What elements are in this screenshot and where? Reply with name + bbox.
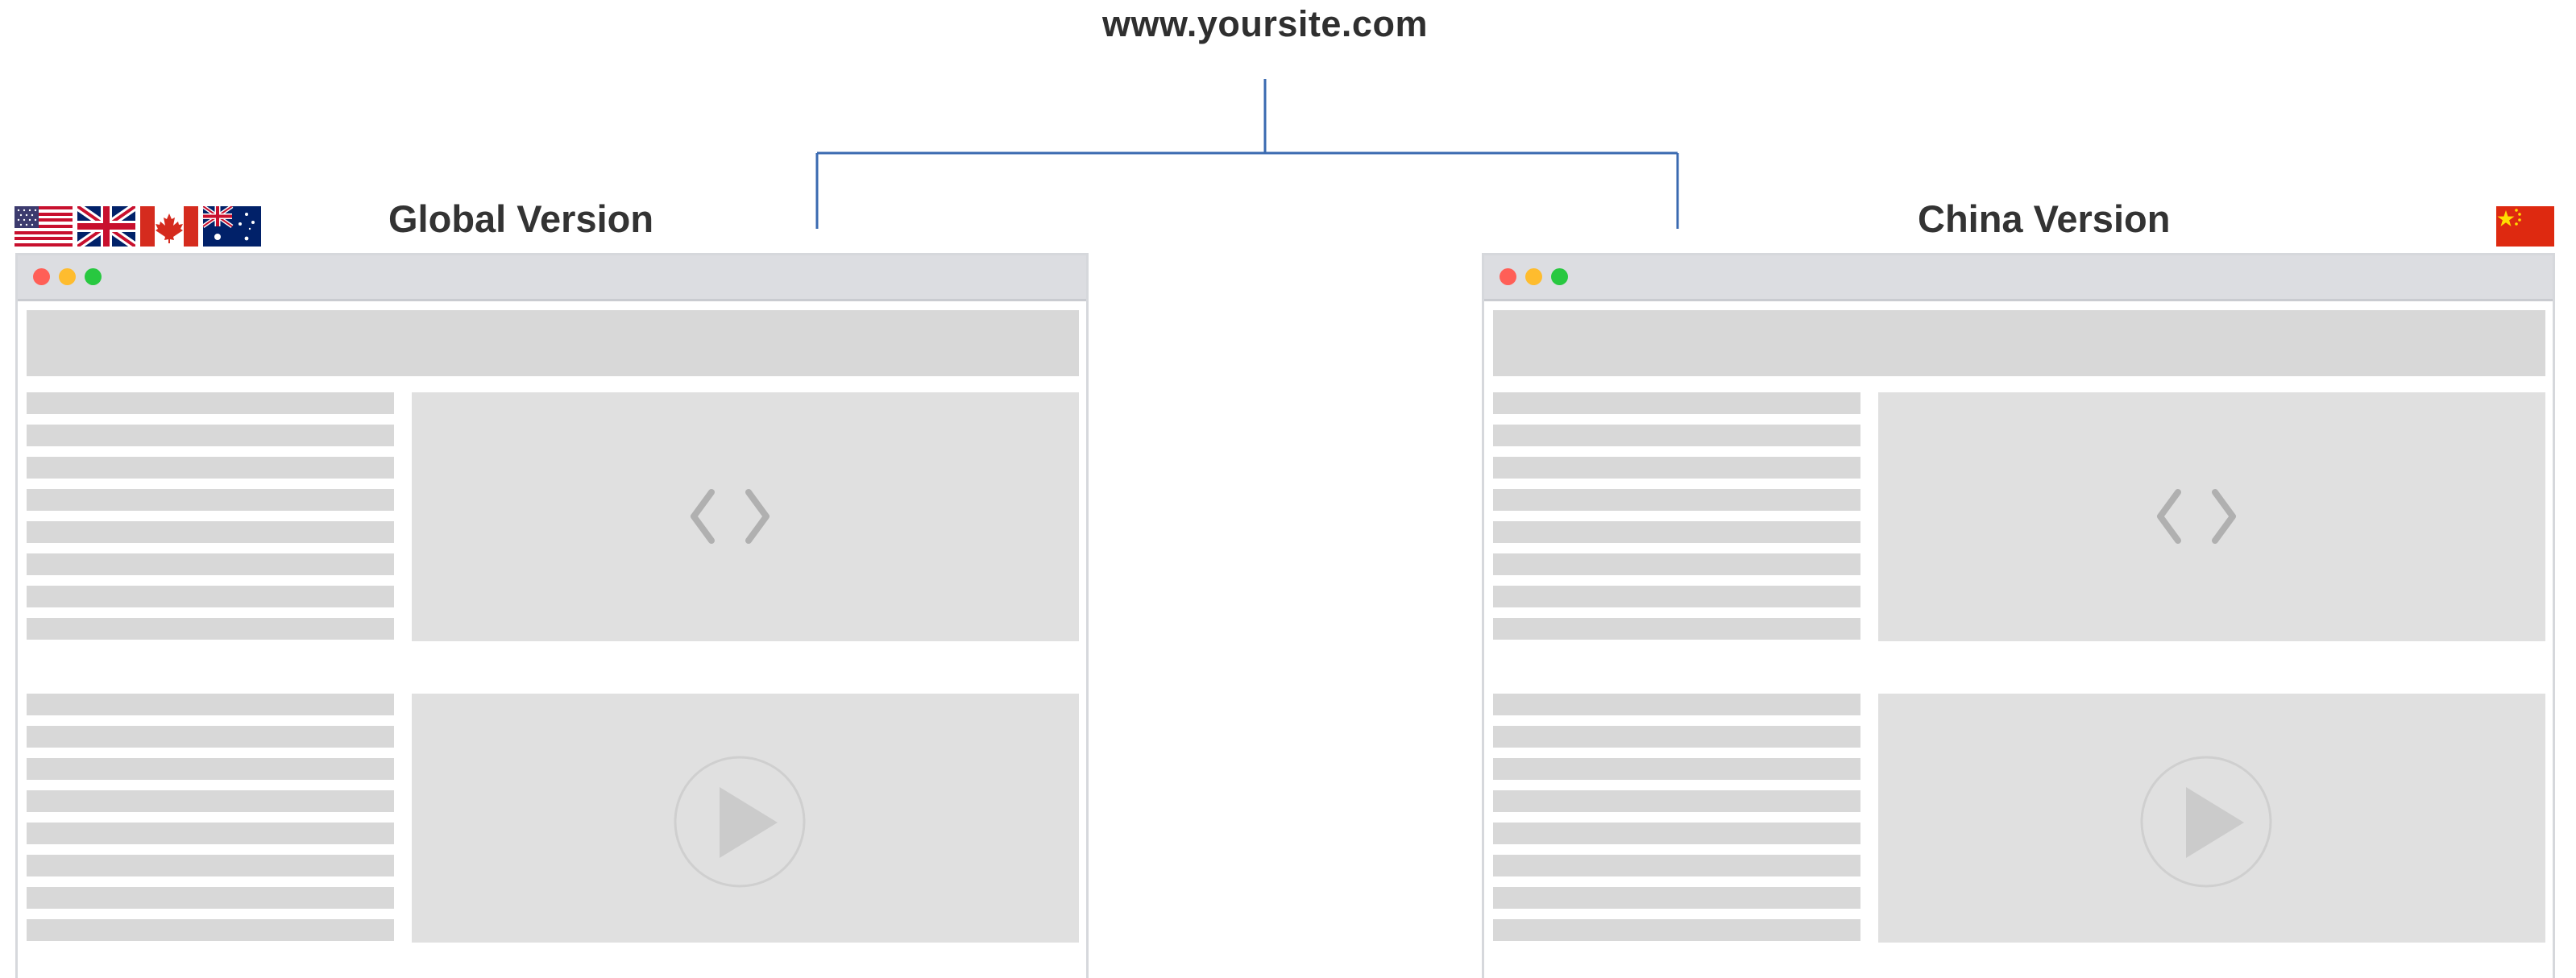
global-flags (15, 206, 261, 247)
text-line-placeholder (1493, 919, 1860, 941)
code-block-placeholder (1878, 392, 2545, 641)
us-flag-icon (15, 206, 73, 247)
text-line-placeholder (27, 425, 394, 446)
china-flags (2496, 206, 2554, 247)
canada-flag-icon (140, 206, 198, 247)
text-line-placeholder (27, 887, 394, 909)
text-line-placeholder (1493, 553, 1860, 575)
text-line-placeholder (27, 694, 394, 715)
text-line-placeholder (1493, 823, 1860, 844)
text-line-placeholder (1493, 489, 1860, 511)
text-line-placeholder (27, 553, 394, 575)
text-line-placeholder (27, 457, 394, 479)
video-player-placeholder (412, 694, 1079, 943)
play-icon[interactable] (1878, 694, 2545, 943)
uk-flag-icon (77, 206, 135, 247)
text-line-placeholder (1493, 887, 1860, 909)
text-line-placeholder (1493, 521, 1860, 543)
text-line-placeholder (27, 521, 394, 543)
window-maximize-button[interactable] (85, 268, 102, 285)
text-line-placeholder (27, 790, 394, 812)
code-brackets-icon (2157, 489, 2236, 544)
china-browser-window (1482, 253, 2555, 978)
code-brackets-icon (691, 489, 769, 544)
global-browser-window (15, 253, 1089, 978)
text-line-placeholder (1493, 457, 1860, 479)
global-version-title: Global Version (388, 197, 654, 240)
code-block-placeholder (412, 392, 1079, 641)
text-line-placeholder (27, 758, 394, 780)
text-line-placeholder (27, 618, 394, 640)
text-line-placeholder (1493, 790, 1860, 812)
china-version-title: China Version (1918, 197, 2171, 240)
window-close-button[interactable] (1500, 268, 1516, 285)
text-line-placeholder (27, 489, 394, 511)
text-line-placeholder (1493, 618, 1860, 640)
australia-flag-icon (203, 206, 261, 247)
text-line-placeholder (1493, 694, 1860, 715)
video-player-placeholder (1878, 694, 2545, 943)
text-lines-placeholder (1493, 694, 1860, 951)
china-window-titlebar (1484, 255, 2553, 301)
play-icon[interactable] (412, 694, 1079, 943)
text-line-placeholder (1493, 392, 1860, 414)
text-line-placeholder (1493, 726, 1860, 748)
text-line-placeholder (27, 726, 394, 748)
text-line-placeholder (27, 392, 394, 414)
window-close-button[interactable] (33, 268, 50, 285)
header-placeholder (27, 310, 1079, 376)
text-lines-placeholder (1493, 392, 1860, 650)
text-line-placeholder (27, 586, 394, 607)
text-line-placeholder (1493, 425, 1860, 446)
text-line-placeholder (27, 855, 394, 876)
window-minimize-button[interactable] (59, 268, 76, 285)
window-maximize-button[interactable] (1551, 268, 1568, 285)
connector-lines (815, 79, 1679, 229)
text-line-placeholder (1493, 586, 1860, 607)
text-line-placeholder (1493, 855, 1860, 876)
text-line-placeholder (27, 919, 394, 941)
china-flag-icon (2496, 206, 2554, 247)
text-lines-placeholder (27, 392, 394, 650)
global-window-titlebar (18, 255, 1086, 301)
text-lines-placeholder (27, 694, 394, 951)
header-placeholder (1493, 310, 2545, 376)
window-minimize-button[interactable] (1525, 268, 1542, 285)
text-line-placeholder (27, 823, 394, 844)
text-line-placeholder (1493, 758, 1860, 780)
